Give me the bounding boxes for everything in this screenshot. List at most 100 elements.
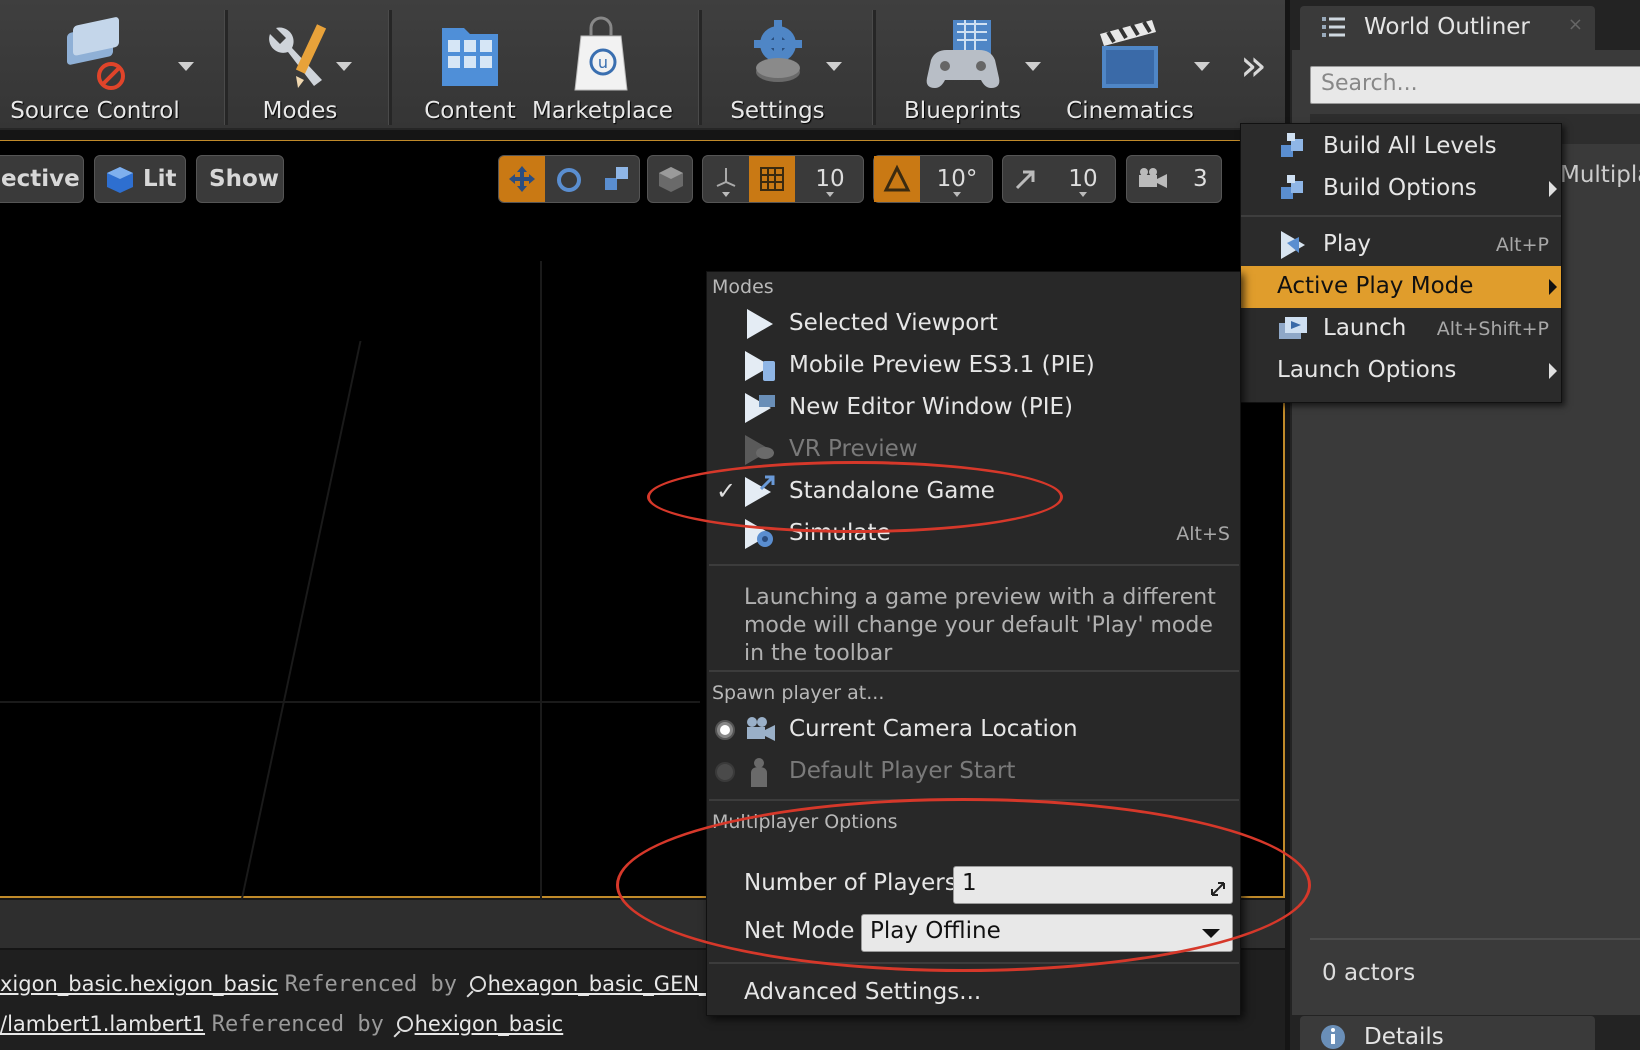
menu-item-standalone-game[interactable]: ✓ Standalone Game	[707, 471, 1240, 513]
camera-speed-button[interactable]: 3	[1126, 155, 1222, 203]
menu-item-build-options[interactable]: Build Options	[1241, 168, 1561, 210]
menu-item-active-play-mode[interactable]: Active Play Mode	[1241, 266, 1561, 308]
menu-item-label: Default Player Start	[789, 758, 1016, 784]
menu-item-label: Build Options	[1323, 175, 1477, 201]
cinematics-button[interactable]: Cinematics	[1060, 10, 1200, 124]
modes-label: Modes	[262, 98, 338, 124]
content-button[interactable]: Content	[410, 10, 530, 124]
menu-separator	[1241, 215, 1561, 217]
source-control-icon	[67, 17, 125, 90]
number-of-players-input[interactable]: 1	[953, 866, 1233, 904]
outliner-search-input[interactable]: Search...	[1310, 66, 1640, 104]
find-icon[interactable]	[396, 1016, 413, 1032]
rotation-snap-value[interactable]: 10°	[920, 156, 994, 202]
settings-label: Settings	[730, 98, 825, 124]
rotate-icon	[557, 168, 581, 192]
radio-button[interactable]	[715, 720, 735, 740]
menu-item-advanced-settings[interactable]: Advanced Settings...	[707, 972, 1240, 1014]
grid-snap-value[interactable]: 10	[795, 156, 865, 202]
settings-dropdown[interactable]	[826, 62, 842, 71]
log-text: Referenced by	[211, 1012, 384, 1037]
build-icon	[1281, 175, 1303, 199]
translate-tool[interactable]	[499, 156, 545, 202]
rotation-snap-toggle[interactable]	[874, 156, 920, 202]
lit-cube-icon	[107, 167, 133, 193]
toolbar-overflow-icon[interactable]: »	[1240, 40, 1267, 91]
menu-item-label: New Editor Window (PIE)	[789, 394, 1073, 420]
wrench-pencil-icon	[269, 24, 327, 88]
menu-item-simulate[interactable]: Simulate Alt+S	[707, 513, 1240, 555]
lit-button[interactable]: Lit	[94, 155, 186, 203]
camera-speed-icon	[1139, 168, 1167, 188]
menu-item-label: Launch Options	[1277, 357, 1457, 383]
marketplace-button[interactable]: u Marketplace	[530, 10, 675, 124]
move-arrows-icon	[509, 166, 535, 192]
source-control-dropdown[interactable]	[178, 62, 194, 71]
vr-headset-icon	[745, 435, 774, 465]
play-dropdown-menu: Build All Levels Build Options Play Alt+…	[1240, 123, 1562, 403]
menu-item-selected-viewport[interactable]: Selected Viewport	[707, 303, 1240, 345]
find-icon[interactable]	[469, 976, 486, 992]
menu-item-mobile-preview[interactable]: Mobile Preview ES3.1 (PIE)	[707, 345, 1240, 387]
scale-snap-toggle[interactable]	[1003, 156, 1049, 202]
world-local-toggle[interactable]	[647, 155, 693, 203]
blueprints-button[interactable]: Blueprints	[895, 10, 1030, 124]
menu-separator	[709, 962, 1239, 964]
scale-arrow-icon	[1015, 170, 1035, 190]
show-label: Show	[209, 166, 279, 192]
details-tab[interactable]: Details	[1300, 1016, 1595, 1050]
scale-tool[interactable]	[593, 156, 641, 202]
menu-item-label: Mobile Preview ES3.1 (PIE)	[789, 352, 1095, 378]
log-asset-link[interactable]: hexigon_basic	[415, 1012, 564, 1036]
menu-item-launch-options[interactable]: Launch Options	[1241, 350, 1561, 392]
menu-item-label: Selected Viewport	[789, 310, 998, 336]
scale-snap-value[interactable]: 10	[1049, 156, 1117, 202]
chevron-down-icon	[1202, 929, 1220, 938]
rotation-snap-group: 10°	[873, 155, 993, 203]
menu-item-shortcut: Alt+S	[1176, 523, 1230, 545]
log-asset-link[interactable]: /lambert1.lambert1	[0, 1012, 205, 1036]
number-of-players-value: 1	[962, 870, 977, 896]
perspective-button[interactable]: ective	[0, 155, 84, 203]
mobile-preview-icon	[745, 351, 775, 381]
show-button[interactable]: Show	[196, 155, 284, 203]
menu-item-new-editor-window[interactable]: New Editor Window (PIE)	[707, 387, 1240, 429]
menu-item-label: Play	[1323, 231, 1371, 257]
rotate-tool[interactable]	[545, 156, 593, 202]
close-icon[interactable]: ×	[1568, 14, 1583, 35]
menu-item-play[interactable]: Play Alt+P	[1241, 224, 1561, 266]
menu-item-build-all-levels[interactable]: Build All Levels	[1241, 126, 1561, 168]
net-mode-select[interactable]: Play Offline	[861, 914, 1233, 952]
settings-button[interactable]: Settings	[715, 10, 840, 124]
main-toolbar: Source Control Modes Content u Marketpla…	[0, 0, 1285, 130]
menu-item-vr-preview[interactable]: VR Preview	[707, 429, 1240, 471]
source-control-button[interactable]: Source Control	[0, 10, 190, 124]
spawn-option-player-start[interactable]: Default Player Start	[707, 751, 1240, 793]
spin-drag-icon[interactable]	[1210, 881, 1226, 897]
scale-snap-group: 10	[1002, 155, 1116, 203]
surface-snap-toggle[interactable]	[703, 156, 749, 202]
modes-dropdown[interactable]	[336, 62, 352, 71]
lit-label: Lit	[143, 166, 177, 192]
spawn-option-camera[interactable]: Current Camera Location	[707, 709, 1240, 751]
blueprints-dropdown[interactable]	[1025, 62, 1041, 71]
menu-separator	[709, 799, 1239, 801]
gamepad-icon	[926, 20, 999, 88]
menu-item-launch[interactable]: Launch Alt+Shift+P	[1241, 308, 1561, 350]
log-line: /lambert1.lambert1 Referenced by hexigon…	[0, 1012, 563, 1037]
content-label: Content	[424, 98, 516, 124]
menu-item-shortcut: Alt+Shift+P	[1436, 318, 1549, 340]
player-start-icon	[751, 758, 767, 787]
log-asset-link[interactable]: xigon_basic.hexigon_basic	[0, 972, 278, 996]
log-line: xigon_basic.hexigon_basic Referenced by …	[0, 972, 752, 997]
cinematics-dropdown[interactable]	[1194, 62, 1210, 71]
radio-button[interactable]	[715, 762, 735, 782]
actor-count: 0 actors	[1322, 960, 1416, 986]
checkmark-icon: ✓	[716, 477, 737, 505]
outliner-column-label: Multipla	[1560, 162, 1640, 188]
scale-snap-label: 10	[1068, 166, 1098, 192]
world-outliner-tab[interactable]: World Outliner ×	[1300, 6, 1595, 50]
grid-snap-toggle[interactable]	[749, 156, 795, 202]
build-icon	[1281, 133, 1303, 157]
cube-icon	[659, 167, 683, 192]
